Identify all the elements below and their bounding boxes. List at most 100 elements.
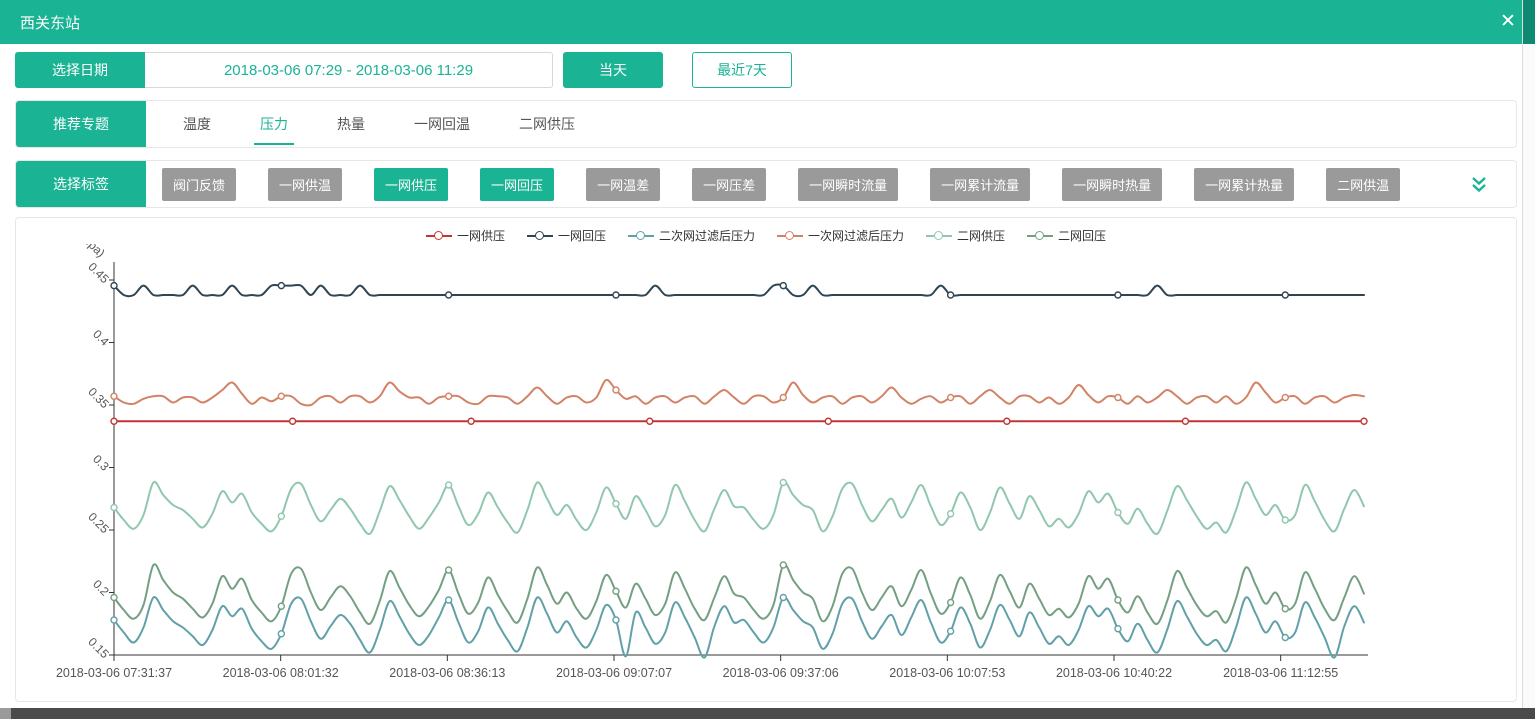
tag-list: 阀门反馈 一网供温 一网供压 一网回压 一网温差 一网压差 一网瞬时流量 一网累计流量 一网瞬时… [162, 161, 1470, 207]
x-tick-label: 2018-03-06 11:12:55 [1223, 666, 1338, 680]
data-point-marker [779, 593, 787, 602]
data-point-marker [444, 392, 453, 400]
right-scrollbar-gutter[interactable] [1522, 0, 1535, 708]
legend-marker-icon [926, 230, 953, 241]
data-point-marker [277, 281, 286, 290]
data-point-marker [1114, 291, 1122, 299]
data-point-marker [1181, 417, 1190, 425]
title-bar: 西关东站 ✕ [0, 0, 1535, 44]
data-point-marker [110, 593, 118, 602]
pressure-chart-panel: 一网供压 一网回压 二次网过滤后压力 一次网过滤后压力 二网供压 二网回压 0.15 0.2… [15, 211, 1517, 702]
pressure-line-chart[interactable]: 0.15 0.2 0.25 0.3 0.35 0.4 0.45压力(Mpa) 2018-03-… [16, 211, 1516, 694]
topic-tab-0[interactable]: 温度 [181, 110, 213, 138]
data-point-marker [946, 598, 955, 607]
data-point-marker [110, 281, 118, 290]
tag-button-8[interactable]: 一网瞬时热量 [1062, 167, 1163, 201]
legend-item-1[interactable]: 一网回压 [526, 227, 606, 244]
select-date-button[interactable]: 选择日期 [15, 52, 145, 88]
tag-button-5[interactable]: 一网压差 [692, 167, 767, 201]
data-point-marker [110, 503, 118, 512]
tag-button-0[interactable]: 阀门反馈 [162, 167, 237, 201]
data-point-marker [467, 417, 475, 425]
data-point-marker [110, 616, 118, 624]
series-line-4 [113, 480, 1365, 536]
data-point-marker [1281, 633, 1289, 642]
data-point-marker [1003, 417, 1011, 425]
topic-tab-1[interactable]: 压力 [254, 110, 294, 145]
tag-button-1[interactable]: 一网供温 [268, 167, 343, 201]
select-tags-row: 选择标签 阀门反馈 一网供温 一网供压 一网回压 一网温差 一网压差 一网瞬时流量 一网累计流… [15, 160, 1517, 208]
data-point-marker [1360, 417, 1368, 425]
series-line-1 [113, 283, 1365, 298]
topic-tab-3[interactable]: 一网回温 [412, 110, 472, 138]
legend-item-2[interactable]: 二次网过滤后压力 [627, 227, 755, 244]
legend-item-5[interactable]: 二网回压 [1027, 227, 1106, 244]
today-button[interactable]: 当天 [563, 52, 663, 88]
legend-marker-icon [777, 230, 803, 241]
series-line-3 [113, 378, 1365, 407]
data-point-marker [946, 291, 955, 299]
data-point-marker [1281, 393, 1289, 402]
last7days-button[interactable]: 最近7天 [692, 52, 792, 88]
legend-label: 一次网过滤后压力 [808, 229, 905, 243]
topic-tab-4[interactable]: 二网供压 [517, 110, 577, 138]
data-point-marker [946, 393, 955, 402]
chart-legend: 一网供压 一网回压 二次网过滤后压力 一次网过滤后压力 二网供压 二网回压 [16, 218, 1516, 244]
x-tick-label: 2018-03-06 09:07:07 [556, 666, 672, 680]
data-point-marker [1281, 291, 1289, 299]
x-tick-label: 2018-03-06 08:36:13 [389, 666, 505, 680]
legend-item-3[interactable]: 一次网过滤后压力 [777, 227, 904, 244]
data-point-marker [1114, 393, 1122, 402]
data-point-marker [277, 630, 286, 638]
data-point-marker [444, 566, 453, 574]
data-point-marker [612, 500, 620, 508]
data-point-marker [444, 596, 453, 604]
x-tick-label: 2018-03-06 09:37:06 [723, 666, 839, 680]
legend-item-0[interactable]: 一网供压 [425, 227, 505, 244]
data-point-marker [946, 510, 955, 518]
date-row: 选择日期 [15, 52, 553, 88]
expand-tags-button[interactable] [1470, 161, 1488, 207]
x-tick-label: 2018-03-06 08:01:32 [223, 666, 339, 680]
dialog-title: 西关东站 [20, 14, 81, 32]
station-dialog: 西关东站 ✕ 选择日期 当天 最近7天 推荐专题 温度压力热量一网回温二网供压 … [0, 0, 1535, 719]
recommended-topics-label: 推荐专题 [16, 101, 146, 147]
data-point-marker [946, 627, 955, 635]
data-point-marker [277, 512, 286, 520]
x-tick-label: 2018-03-06 10:07:53 [889, 666, 1005, 680]
tag-button-7[interactable]: 一网累计流量 [930, 167, 1031, 201]
legend-label: 二网供压 [957, 229, 1006, 243]
data-point-marker [779, 281, 787, 290]
tag-button-10[interactable]: 二网供温 [1326, 167, 1401, 201]
tag-button-3[interactable]: 一网回压 [480, 167, 555, 201]
close-icon[interactable]: ✕ [1497, 11, 1519, 33]
y-tick-label: 0.45 [85, 260, 112, 287]
tag-button-6[interactable]: 一网瞬时流量 [798, 167, 899, 201]
x-tick-label: 2018-03-06 07:31:37 [56, 666, 172, 680]
date-range-input[interactable] [145, 52, 553, 88]
topic-tab-2[interactable]: 热量 [335, 110, 367, 138]
legend-label: 二次网过滤后压力 [658, 229, 755, 243]
legend-marker-icon [425, 230, 452, 241]
tag-button-2[interactable]: 一网供压 [374, 167, 449, 201]
bottom-bar [0, 708, 1535, 719]
scrollbar-cap [1523, 0, 1535, 44]
legend-item-4[interactable]: 二网供压 [926, 227, 1005, 244]
select-tags-label: 选择标签 [16, 161, 146, 207]
data-point-marker [779, 478, 787, 487]
data-point-marker [1281, 605, 1289, 613]
tag-button-4[interactable]: 一网温差 [586, 167, 661, 201]
bottom-bar-segment [0, 708, 11, 719]
y-tick-label: 0.3 [90, 452, 112, 474]
series-line-5 [113, 563, 1365, 626]
topic-tabs: 温度 压力 热量 一网回温 二网供压 [181, 101, 622, 147]
y-tick-label: 0.15 [85, 635, 112, 662]
legend-label: 一网供压 [456, 229, 505, 243]
data-point-marker [277, 392, 286, 400]
chevron-double-down-icon [1472, 176, 1486, 192]
data-point-marker [288, 417, 297, 425]
tag-button-9[interactable]: 一网累计热量 [1194, 167, 1295, 201]
legend-marker-icon [1027, 230, 1054, 241]
y-tick-label: 0.25 [85, 510, 112, 537]
data-point-marker [612, 587, 620, 595]
